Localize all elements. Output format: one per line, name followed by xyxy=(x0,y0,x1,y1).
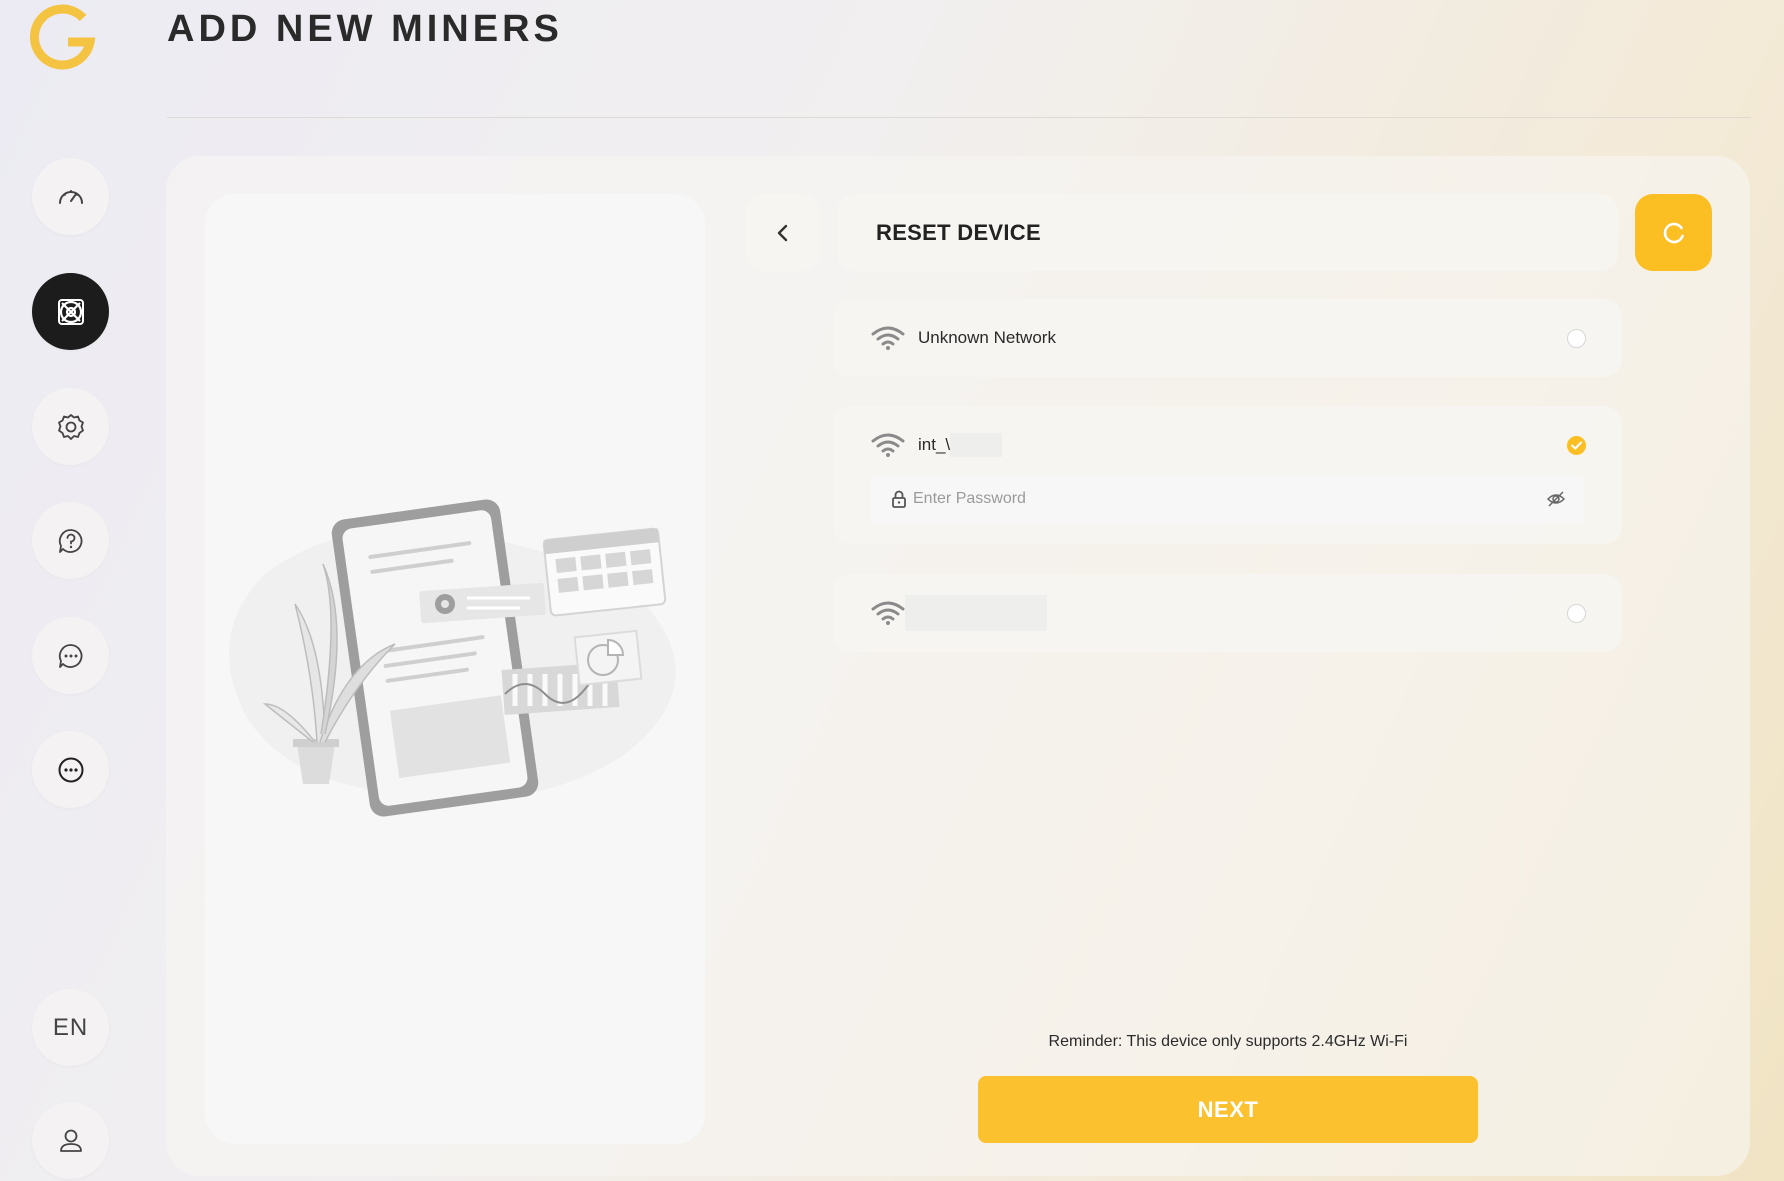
step-title-bar: RESET DEVICE xyxy=(837,194,1618,271)
network-row xyxy=(871,595,1586,631)
refresh-button[interactable] xyxy=(1635,194,1712,271)
nav-more[interactable] xyxy=(32,731,109,808)
nav-settings[interactable] xyxy=(32,388,109,465)
check-icon xyxy=(1571,441,1582,449)
redacted-ssid xyxy=(905,595,1047,631)
speedometer-icon xyxy=(58,189,83,204)
network-item-selected[interactable]: int_\ xyxy=(833,406,1622,544)
nav-miners[interactable] xyxy=(32,273,109,350)
password-field[interactable] xyxy=(871,475,1584,523)
header-divider xyxy=(167,117,1751,118)
nav-messages[interactable] xyxy=(32,617,109,694)
network-item[interactable]: Unknown Network xyxy=(833,299,1622,377)
question-bubble-icon xyxy=(58,528,82,553)
eye-off-icon[interactable] xyxy=(1546,489,1566,509)
network-ssid: int_\ xyxy=(918,435,951,454)
illustration-panel xyxy=(205,194,705,1144)
refresh-icon xyxy=(1663,222,1684,243)
network-radio-checked[interactable] xyxy=(1567,435,1586,455)
chevron-left-icon xyxy=(777,224,787,241)
language-label: EN xyxy=(52,1013,89,1041)
wifi-icon xyxy=(871,326,905,350)
nav-dashboard[interactable] xyxy=(32,158,109,235)
password-input[interactable] xyxy=(913,490,1546,508)
language-selector[interactable]: EN xyxy=(32,989,109,1066)
wifi-reminder: Reminder: This device only supports 2.4G… xyxy=(1048,1033,1408,1050)
network-ssid: Unknown Network xyxy=(918,328,1056,347)
step-title: RESET DEVICE xyxy=(876,219,1041,245)
wifi-icon xyxy=(871,433,905,457)
network-radio[interactable] xyxy=(1567,328,1586,348)
next-button[interactable]: NEXT xyxy=(978,1076,1478,1143)
lock-icon xyxy=(892,490,906,508)
network-radio[interactable] xyxy=(1567,603,1586,623)
profile-button[interactable] xyxy=(32,1102,109,1179)
network-item[interactable] xyxy=(833,574,1622,652)
nav-help[interactable] xyxy=(32,502,109,579)
user-icon xyxy=(59,1129,82,1152)
network-row: int_\ xyxy=(871,430,1586,460)
wifi-icon xyxy=(871,601,905,625)
redacted-text xyxy=(950,433,1003,457)
back-button[interactable] xyxy=(745,194,820,271)
network-row: Unknown Network xyxy=(871,323,1586,353)
chat-bubble-icon xyxy=(58,643,82,668)
page-title: ADD NEW MINERS xyxy=(167,8,563,50)
gear-icon xyxy=(57,413,84,440)
more-dots-icon xyxy=(58,757,83,782)
phone-setup-illustration xyxy=(229,499,676,817)
miner-chip-icon xyxy=(57,298,84,325)
app-logo xyxy=(29,4,96,70)
